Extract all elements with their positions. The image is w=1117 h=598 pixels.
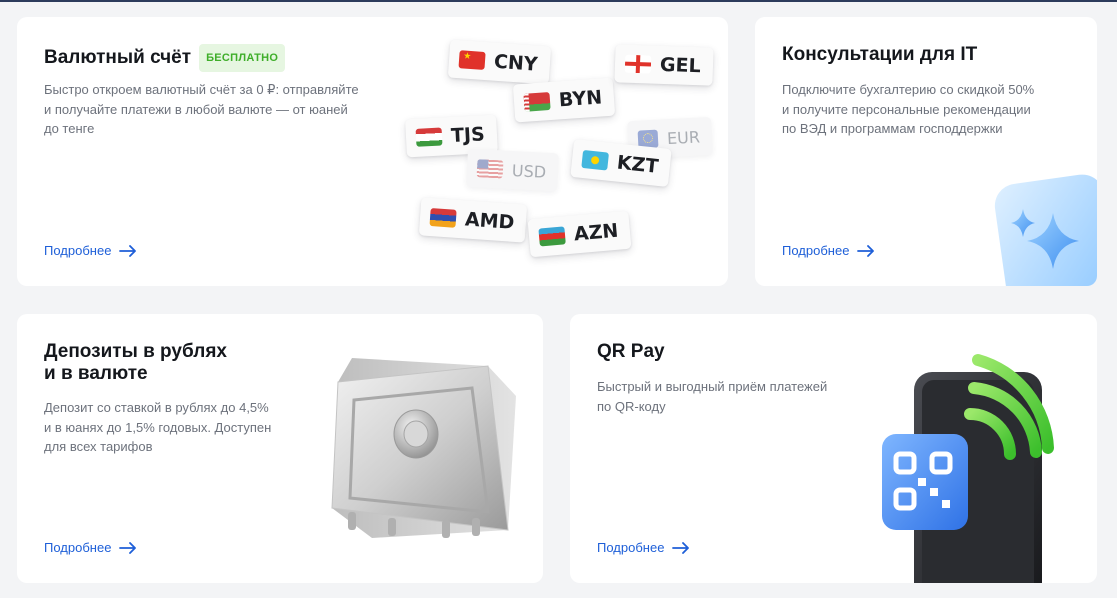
more-link[interactable]: Подробнее: [597, 540, 690, 555]
safe-illustration: [331, 358, 516, 538]
currency-chip-amd: AMD: [418, 197, 528, 243]
card-description: Подключите бухгалтерию со скидкой 50% и …: [782, 82, 1035, 136]
currency-chip-usd: USD: [466, 148, 560, 192]
card-description: Быстро откроем валютный счёт за 0 ₽: отп…: [44, 82, 359, 136]
stars-icon: [994, 174, 1097, 286]
card-qr-pay[interactable]: QR Pay Быстрый и выгодный приём платежей…: [570, 314, 1097, 583]
phone-illustration: [882, 354, 1054, 583]
free-badge: БЕСПЛАТНО: [199, 44, 286, 72]
card-title: Депозиты в рублях и в валюте: [44, 341, 227, 384]
currency-chip-byn: BYN: [512, 77, 616, 123]
cn-flag-icon: ★: [458, 50, 486, 70]
am-flag-icon: [429, 208, 457, 228]
currency-chip-azn: AZN: [527, 210, 632, 258]
tj-flag-icon: [415, 127, 443, 147]
more-link[interactable]: Подробнее: [44, 243, 137, 258]
card-title: Консультации для IT: [782, 44, 978, 65]
more-link[interactable]: Подробнее: [782, 243, 875, 258]
card-title: QR Pay: [597, 341, 665, 362]
more-link[interactable]: Подробнее: [44, 540, 137, 555]
us-flag-icon: [476, 159, 504, 179]
arrow-right-icon: [857, 244, 875, 257]
card-it-consulting[interactable]: Консультации для IT Подключите бухгалтер…: [755, 17, 1097, 286]
kz-flag-icon: [581, 149, 610, 171]
arrow-right-icon: [672, 541, 690, 554]
card-description: Быстрый и выгодный приём платежей по QR-…: [597, 379, 828, 414]
arrow-right-icon: [119, 244, 137, 257]
card-title: Валютный счёт БЕСПЛАТНО: [44, 44, 286, 72]
card-description: Депозит со ставкой в рублях до 4,5% и в …: [44, 400, 272, 454]
az-flag-icon: [538, 226, 566, 247]
by-flag-icon: [523, 92, 551, 112]
currency-chip-gel: GEL: [614, 44, 714, 86]
arrow-right-icon: [119, 541, 137, 554]
top-border-line: [0, 0, 1117, 2]
currency-chip-cny: ★ CNY: [447, 39, 551, 85]
card-deposits[interactable]: Депозиты в рублях и в валюте Депозит со …: [17, 314, 543, 583]
qr-code-icon: [882, 434, 968, 530]
ge-flag-icon: [624, 54, 652, 74]
card-currency-account[interactable]: Валютный счёт БЕСПЛАТНО Быстро откроем ва…: [17, 17, 728, 286]
